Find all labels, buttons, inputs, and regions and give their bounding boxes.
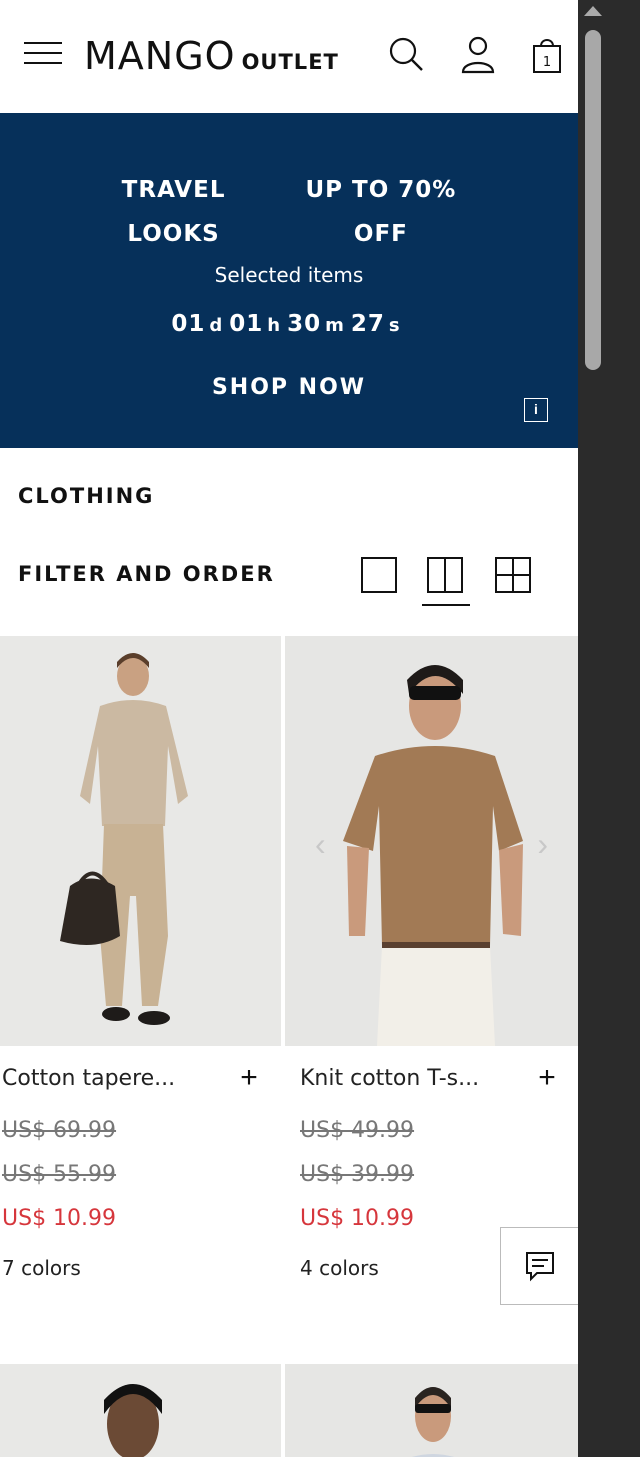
shopping-bag-icon[interactable]: 1 (527, 34, 567, 74)
shop-now-link[interactable]: SHOP NOW (0, 375, 578, 400)
single-column-view-icon[interactable] (360, 556, 398, 594)
promo-title-right-2: OFF (353, 221, 408, 247)
scroll-up-arrow-icon[interactable] (584, 6, 602, 16)
product-card: ‹ › Knit cotton T-s... + US$ 49.99 US$ 3… (285, 636, 578, 1280)
section-title: CLOTHING (18, 484, 155, 508)
promo-title-right-1: UP TO 70% (305, 177, 457, 203)
product-image[interactable]: ‹ › (285, 636, 578, 1046)
menu-icon[interactable] (24, 42, 62, 68)
product-name[interactable]: Cotton tapere... (2, 1066, 175, 1091)
product-name[interactable]: Knit cotton T-s... (300, 1066, 479, 1091)
promo-title-left-1: TRAVEL (121, 177, 226, 203)
product-image[interactable] (285, 1364, 578, 1457)
previous-price: US$ 39.99 (300, 1162, 415, 1187)
color-count[interactable]: 4 colors (300, 1256, 379, 1280)
timer-minutes: 30 (287, 311, 322, 337)
carousel-next-icon[interactable]: › (537, 826, 548, 863)
promo-title-left-2: LOOKS (127, 221, 220, 247)
chat-button[interactable] (500, 1227, 578, 1305)
sale-price: US$ 10.99 (300, 1206, 415, 1231)
four-grid-view-icon[interactable] (494, 556, 532, 594)
logo-outlet: OUTLET (241, 50, 339, 74)
timer-days: 01 (171, 311, 206, 337)
carousel-prev-icon[interactable]: ‹ (315, 826, 326, 863)
sale-price: US$ 10.99 (2, 1206, 117, 1231)
search-icon[interactable] (386, 34, 426, 74)
product-image[interactable] (0, 636, 281, 1046)
account-icon[interactable] (458, 34, 498, 74)
scrollbar[interactable] (578, 0, 608, 1457)
two-column-view-icon[interactable] (426, 556, 464, 594)
info-icon[interactable]: i (524, 398, 548, 422)
filter-bar: FILTER AND ORDER (18, 552, 558, 608)
previous-price: US$ 55.99 (2, 1162, 117, 1187)
add-to-bag-icon[interactable]: + (235, 1063, 263, 1093)
promo-title: TRAVEL LOOKS UP TO 70% OFF (0, 168, 578, 256)
product-image[interactable] (0, 1364, 281, 1457)
original-price: US$ 49.99 (300, 1118, 415, 1143)
scrollbar-thumb[interactable] (585, 30, 601, 370)
countdown-timer: 01 d 01 h 30 m 27 s (171, 311, 401, 337)
product-card: Cotton tapere... + US$ 69.99 US$ 55.99 U… (0, 636, 281, 1280)
color-count[interactable]: 7 colors (2, 1256, 81, 1280)
active-view-indicator (422, 604, 470, 606)
promo-banner[interactable]: TRAVEL LOOKS UP TO 70% OFF Selected item… (0, 113, 578, 448)
add-to-bag-icon[interactable]: + (533, 1063, 561, 1093)
timer-seconds: 27 (350, 311, 385, 337)
timer-hours: 01 (229, 311, 264, 337)
site-header: MANGO OUTLET 1 (0, 0, 578, 113)
cart-count: 1 (543, 55, 551, 70)
logo[interactable]: MANGO OUTLET (84, 34, 339, 78)
product-card (285, 1364, 578, 1457)
promo-subtitle: Selected items (214, 263, 364, 287)
logo-brand: MANGO (84, 34, 236, 78)
product-card (0, 1364, 281, 1457)
filter-and-order-button[interactable]: FILTER AND ORDER (18, 562, 275, 586)
page: MANGO OUTLET 1 TRAVEL LOOKS UP TO 70% OF… (0, 0, 578, 1457)
chat-icon (526, 1252, 554, 1282)
original-price: US$ 69.99 (2, 1118, 117, 1143)
